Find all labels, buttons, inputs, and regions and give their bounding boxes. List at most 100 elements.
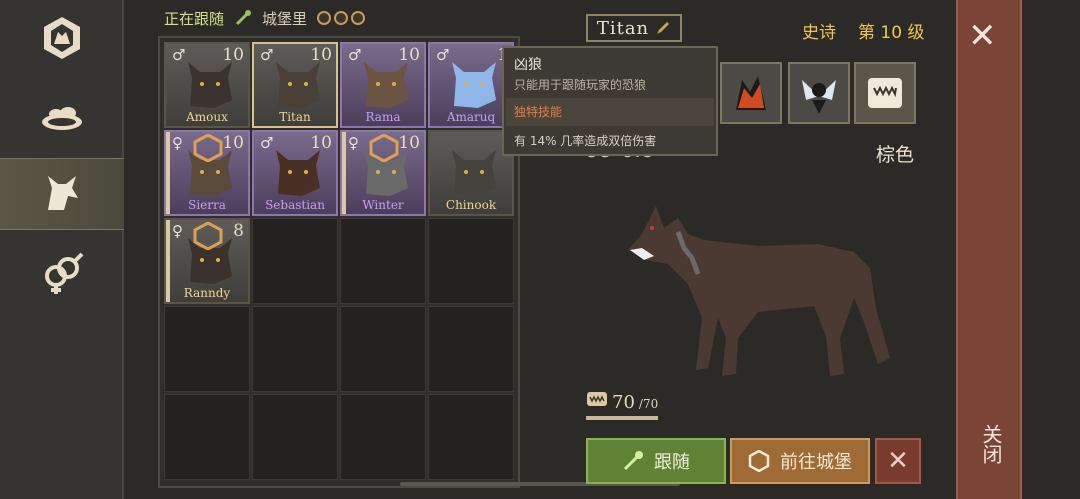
wolf-sex: ♂	[436, 46, 450, 64]
wolf-model	[628, 206, 890, 376]
wolf-name: Amoux	[186, 110, 228, 124]
grid-cell[interactable]	[164, 306, 250, 392]
wolf-sex: ♂	[260, 46, 274, 64]
go-to-castle-label: 前往城堡	[780, 452, 852, 473]
wolf-name-box[interactable]: Titan	[586, 14, 682, 42]
jaw-icon	[587, 392, 607, 406]
hunger-meter: 70 /70	[586, 390, 658, 413]
follow-label: 跟随	[654, 452, 690, 473]
wolf-portrait	[276, 62, 320, 108]
wolf-level: 8	[233, 221, 244, 241]
castle-emblem-icon	[193, 134, 223, 162]
wolf-card[interactable]: ♀ 8 Ranndy	[164, 218, 250, 304]
wolf-level: 10	[222, 45, 244, 65]
hunger-bar	[586, 416, 658, 420]
wolf-name: Titan	[596, 17, 650, 39]
wolf-level: 10	[398, 133, 420, 153]
sidebar-item-food[interactable]	[0, 80, 124, 152]
grid-cell[interactable]	[252, 218, 338, 304]
breeding-icon	[45, 252, 84, 294]
rename-pen-icon[interactable]	[655, 20, 671, 36]
close-icon: ✕	[887, 446, 909, 476]
jaw-skill-icon	[868, 78, 902, 108]
grid-cell[interactable]	[428, 306, 514, 392]
wolf-level: 第 10 级	[858, 23, 925, 43]
wolf-name: Rama	[365, 110, 401, 124]
wolf-sex: ♀	[172, 134, 183, 152]
hunger-value: 70	[612, 392, 635, 413]
wolf-card[interactable]: ♂ 10 Sebastian	[252, 130, 338, 216]
wolf-portrait	[364, 62, 408, 108]
tooltip-effect: 有 14% 几率造成双倍伤害	[514, 134, 657, 148]
hunger-max: /70	[638, 397, 659, 411]
skill-slot-3[interactable]	[854, 62, 916, 124]
status-bar: 正在跟随 城堡里	[164, 6, 366, 30]
grid-cell[interactable]	[428, 218, 514, 304]
go-to-castle-button[interactable]: 前往城堡	[730, 438, 870, 484]
wolf-sex: ♂	[172, 46, 186, 64]
grid-cell[interactable]	[164, 394, 250, 480]
castle-emblem-icon	[193, 222, 223, 250]
wolf-grid: ♂10Amoux♂10Titan♂10Rama♂1Amaruq♀10Sierra…	[158, 36, 520, 488]
wolf-name: Sierra	[188, 198, 226, 212]
skill-tooltip: 凶狼 只能用于跟随玩家的恐狼 独特技能 有 14% 几率造成双倍伤害	[502, 46, 718, 156]
wolf-sex: ♂	[260, 134, 274, 152]
fury-skill-icon	[736, 76, 766, 110]
wolf-emblem-icon	[44, 17, 80, 59]
castle-slot-icon	[334, 11, 349, 25]
wolf-card[interactable]: ♂ 10 Amoux	[164, 42, 250, 128]
following-label: 正在跟随	[164, 9, 225, 28]
release-button[interactable]: ✕	[875, 438, 921, 484]
wings-skill-icon	[802, 80, 836, 114]
grid-cell[interactable]	[340, 394, 426, 480]
leash-icon	[623, 451, 643, 471]
castle-slot-icon	[351, 11, 366, 25]
wolf-sex: ♀	[172, 222, 183, 240]
castle-slots	[317, 11, 366, 25]
wolf-level: 10	[310, 45, 332, 65]
wolf-portrait	[188, 62, 232, 108]
wolf-level: 10	[398, 45, 420, 65]
grid-cell[interactable]	[252, 306, 338, 392]
sidebar-item-pack[interactable]	[0, 2, 124, 74]
wolf-card[interactable]: ♂ 10 Rama	[340, 42, 426, 128]
sidebar-item-wolves[interactable]	[0, 158, 124, 230]
grid-cell[interactable]	[428, 394, 514, 480]
wolf-card[interactable]: ♀ 10 Winter	[340, 130, 426, 216]
wolf-sex: ♀	[348, 134, 359, 152]
wolf-rarity: 史诗	[802, 23, 836, 43]
grid-cell[interactable]	[340, 306, 426, 392]
leash-icon	[235, 10, 252, 26]
wolf-name: Amaruq	[446, 110, 496, 124]
wolf-name: Ranndy	[183, 286, 231, 300]
castle-emblem-icon	[369, 134, 399, 162]
castle-icon	[748, 450, 770, 472]
wolf-card[interactable]: ♀ 10 Sierra	[164, 130, 250, 216]
grid-cell[interactable]	[340, 218, 426, 304]
wolf-card[interactable]: ♂ 10 Titan	[252, 42, 338, 128]
sidebar	[0, 0, 124, 499]
sidebar-item-breeding[interactable]	[0, 236, 124, 308]
wolf-level: 10	[222, 133, 244, 153]
follow-button[interactable]: 跟随	[586, 438, 726, 484]
tooltip-description: 只能用于跟随玩家的恐狼	[514, 78, 647, 92]
wolf-name: Winter	[362, 198, 404, 212]
castle-slot-icon	[317, 11, 332, 25]
grid-cell[interactable]	[252, 394, 338, 480]
wolf-portrait	[452, 62, 496, 108]
skill-slot-2[interactable]	[788, 62, 850, 124]
wolf-name: Sebastian	[265, 198, 325, 212]
wolf-name: Titan	[279, 110, 311, 124]
tooltip-skill-header: 独特技能	[514, 105, 563, 119]
close-icon[interactable]: ✕	[968, 16, 997, 56]
castle-label: 城堡里	[262, 9, 308, 28]
wolf-icon	[48, 176, 78, 210]
wolf-color: 棕色	[876, 144, 915, 166]
close-label[interactable]: 关闭	[972, 424, 1006, 464]
skill-slot-1[interactable]	[720, 62, 782, 124]
wolf-portrait	[452, 150, 496, 196]
wolf-name: Chinook	[445, 198, 497, 212]
wolf-portrait	[276, 150, 320, 196]
wolf-sex: ♂	[348, 46, 362, 64]
wolf-level: 10	[310, 133, 332, 153]
